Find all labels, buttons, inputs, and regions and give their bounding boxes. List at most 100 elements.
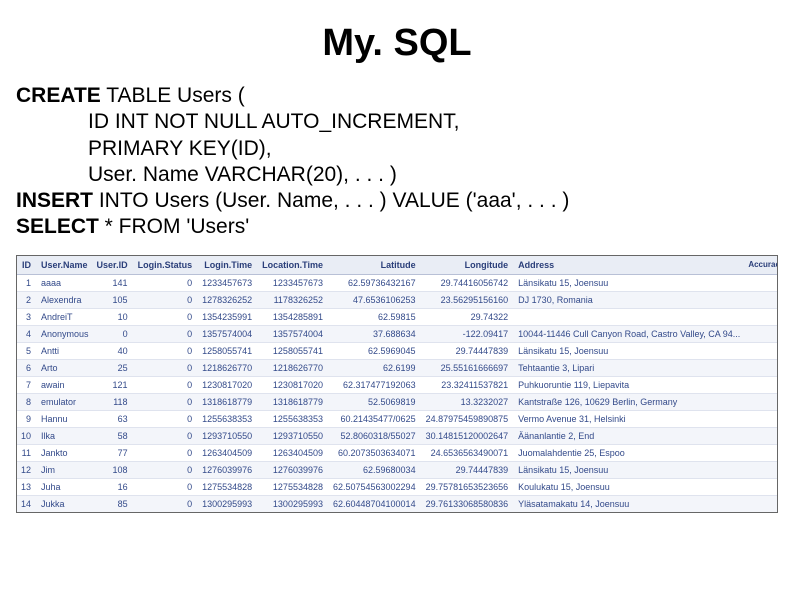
cell-address: Puhkuoruntie 119, Liepavita <box>514 376 744 393</box>
cell-address: Koulukatu 15, Joensuu <box>514 478 744 495</box>
cell-logintime: 1255638353 <box>198 410 258 427</box>
cell-id: 14 <box>17 495 37 512</box>
col-header-address[interactable]: Address <box>514 256 744 275</box>
col-header-locationtime[interactable]: Location.Time <box>258 256 329 275</box>
sql-code-block: CREATE TABLE Users ( ID INT NOT NULL AUT… <box>16 83 778 241</box>
cell-id: 8 <box>17 393 37 410</box>
col-header-username[interactable]: User.Name <box>37 256 93 275</box>
cell-loginstatus: 0 <box>134 308 199 325</box>
col-header-loginstatus[interactable]: Login.Status <box>134 256 199 275</box>
cell-username: Jankto <box>37 444 93 461</box>
sql-create-line: CREATE TABLE Users ( <box>16 83 778 109</box>
cell-accuracy: -1 <box>744 376 778 393</box>
table-row[interactable]: 12Jim10801276039976127603997662.59680034… <box>17 461 778 478</box>
cell-address: Vermo Avenue 31, Helsinki <box>514 410 744 427</box>
cell-username: Alexendra <box>37 291 93 308</box>
table-row[interactable]: 14Jukka8501300295993130029599362.6044870… <box>17 495 778 512</box>
col-header-userid[interactable]: User.ID <box>93 256 134 275</box>
cell-logintime: 1318618779 <box>198 393 258 410</box>
table-row[interactable]: 1aaaa14101233457673123345767362.59736432… <box>17 274 778 291</box>
cell-latitude: 62.59815 <box>329 308 422 325</box>
cell-locationtime: 1318618779 <box>258 393 329 410</box>
table-row[interactable]: 10Ilka5801293710550129371055052.8060318/… <box>17 427 778 444</box>
cell-loginstatus: 0 <box>134 359 199 376</box>
cell-logintime: 1276039976 <box>198 461 258 478</box>
table-row[interactable]: 9Hannu6301255638353125563835360.21435477… <box>17 410 778 427</box>
sql-insert-line: INSERT INTO Users (User. Name, . . . ) V… <box>16 188 778 214</box>
page-title: My. SQL <box>16 22 778 65</box>
cell-latitude: 52.5069819 <box>329 393 422 410</box>
cell-userid: 10 <box>93 308 134 325</box>
cell-username: Antti <box>37 342 93 359</box>
cell-latitude: 62.317477192063 <box>329 376 422 393</box>
cell-loginstatus: 0 <box>134 478 199 495</box>
cell-loginstatus: 0 <box>134 427 199 444</box>
cell-address: Länsikatu 15, Joensuu <box>514 342 744 359</box>
cell-locationtime: 1357574004 <box>258 325 329 342</box>
cell-logintime: 1263404509 <box>198 444 258 461</box>
cell-latitude: 37.688634 <box>329 325 422 342</box>
table-body: 1aaaa14101233457673123345767362.59736432… <box>17 274 778 512</box>
cell-id: 11 <box>17 444 37 461</box>
cell-loginstatus: 0 <box>134 342 199 359</box>
cell-locationtime: 1255638353 <box>258 410 329 427</box>
table-row[interactable]: 6Arto2501218626770121862677062.619925.55… <box>17 359 778 376</box>
table-row[interactable]: 4Anonymous001357574004135757400437.68863… <box>17 325 778 342</box>
table-row[interactable]: 11Jankto7701263404509126340450960.207350… <box>17 444 778 461</box>
cell-address: Kantstraße 126, 10629 Berlin, Germany <box>514 393 744 410</box>
cell-locationtime: 1293710550 <box>258 427 329 444</box>
cell-longitude: 23.56295156160 <box>422 291 515 308</box>
cell-userid: 63 <box>93 410 134 427</box>
cell-username: aaaa <box>37 274 93 291</box>
table-row[interactable]: 5Antti4001258055741125805574162.59690452… <box>17 342 778 359</box>
cell-userid: 141 <box>93 274 134 291</box>
cell-userid: 40 <box>93 342 134 359</box>
sql-line-id: ID INT NOT NULL AUTO_INCREMENT, <box>16 109 778 135</box>
cell-address: Yläsatamakatu 14, Joensuu <box>514 495 744 512</box>
select-keyword: SELECT <box>16 215 99 238</box>
col-header-id[interactable]: ID <box>17 256 37 275</box>
cell-loginstatus: 0 <box>134 291 199 308</box>
create-keyword: CREATE <box>16 84 101 107</box>
cell-username: emulator <box>37 393 93 410</box>
cell-longitude: -122.09417 <box>422 325 515 342</box>
table-row[interactable]: 8emulator11801318618779131861877952.5069… <box>17 393 778 410</box>
cell-locationtime: 1258055741 <box>258 342 329 359</box>
cell-longitude: 13.3232027 <box>422 393 515 410</box>
col-header-latitude[interactable]: Latitude <box>329 256 422 275</box>
cell-id: 12 <box>17 461 37 478</box>
table-header-row: ID User.Name User.ID Login.Status Login.… <box>17 256 778 275</box>
cell-userid: 105 <box>93 291 134 308</box>
col-header-accuracy[interactable]: Accuracy GPS horizontal accuracy (meters… <box>744 256 778 275</box>
cell-latitude: 62.5969045 <box>329 342 422 359</box>
cell-userid: 16 <box>93 478 134 495</box>
cell-id: 1 <box>17 274 37 291</box>
cell-address: Länsikatu 15, Joensuu <box>514 461 744 478</box>
cell-longitude: 25.55161666697 <box>422 359 515 376</box>
table-row[interactable]: 7awain12101230817020123081702062.3174771… <box>17 376 778 393</box>
cell-latitude: 62.59680034 <box>329 461 422 478</box>
table-row[interactable]: 3AndreiT1001354235991135428589162.598152… <box>17 308 778 325</box>
cell-id: 10 <box>17 427 37 444</box>
cell-longitude: 29.76133068580836 <box>422 495 515 512</box>
cell-loginstatus: 0 <box>134 461 199 478</box>
cell-accuracy: 65 <box>744 308 778 325</box>
cell-accuracy: -1 <box>744 393 778 410</box>
col-header-longitude[interactable]: Longitude <box>422 256 515 275</box>
cell-userid: 25 <box>93 359 134 376</box>
table-row[interactable]: 2Alexendra10501278326252117832625247.653… <box>17 291 778 308</box>
cell-id: 3 <box>17 308 37 325</box>
cell-address: Juomalahdentie 25, Espoo <box>514 444 744 461</box>
cell-longitude: 29.74447839 <box>422 461 515 478</box>
sql-select-line: SELECT * FROM 'Users' <box>16 214 778 240</box>
table-row[interactable]: 13Juha1601275534828127553482862.50754563… <box>17 478 778 495</box>
cell-locationtime: 1276039976 <box>258 461 329 478</box>
cell-id: 13 <box>17 478 37 495</box>
col-header-logintime[interactable]: Login.Time <box>198 256 258 275</box>
cell-address: Tehtaantie 3, Lipari <box>514 359 744 376</box>
cell-locationtime: 1233457673 <box>258 274 329 291</box>
cell-address: Länsikatu 15, Joensuu <box>514 274 744 291</box>
cell-id: 2 <box>17 291 37 308</box>
cell-logintime: 1278326252 <box>198 291 258 308</box>
cell-locationtime: 1354285891 <box>258 308 329 325</box>
